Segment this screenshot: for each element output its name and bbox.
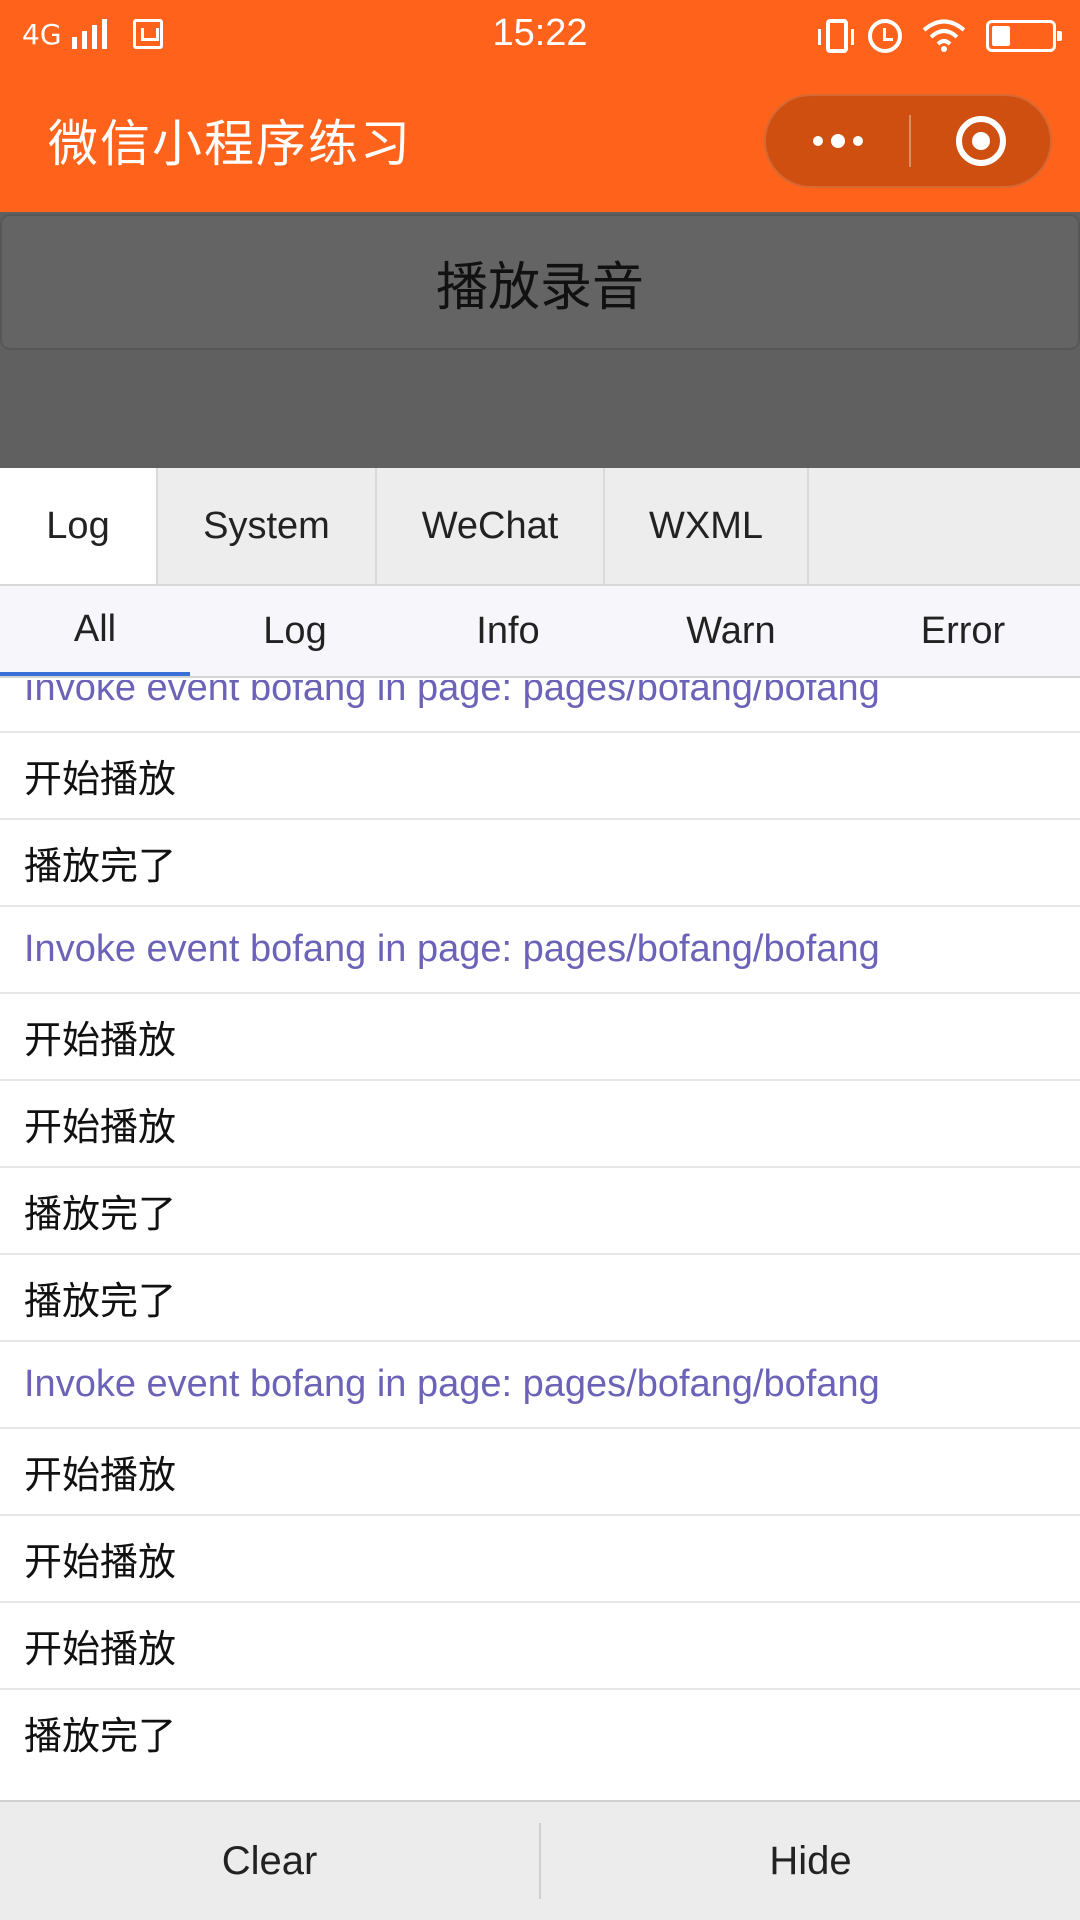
more-button[interactable] — [766, 96, 909, 186]
log-row: 播放完了 — [0, 820, 1080, 907]
status-right — [818, 16, 1062, 56]
more-icon — [812, 136, 823, 146]
console-footer: Clear Hide — [0, 1800, 1080, 1920]
clear-button[interactable]: Clear — [0, 1802, 539, 1920]
log-row: 开始播放 — [0, 1516, 1080, 1603]
filter-warn[interactable]: Warn — [616, 586, 846, 676]
log-filter-bar: All Log Info Warn Error — [0, 586, 1080, 678]
hide-button[interactable]: Hide — [541, 1802, 1080, 1920]
close-icon — [955, 116, 1006, 166]
filter-info[interactable]: Info — [400, 586, 616, 676]
filter-log[interactable]: Log — [190, 586, 400, 676]
log-list[interactable]: Invoke event bofang in page: pages/bofan… — [0, 680, 1080, 1770]
log-row: Invoke event bofang in page: pages/bofan… — [0, 1342, 1080, 1429]
tab-log[interactable]: Log — [0, 468, 158, 584]
log-row: 播放完了 — [0, 1168, 1080, 1255]
mini-program-capsule — [764, 94, 1052, 188]
page-title: 微信小程序练习 — [48, 115, 412, 173]
alarm-icon — [868, 19, 902, 53]
status-bar: 4G 15:22 — [0, 0, 1080, 70]
log-row: 开始播放 — [0, 1081, 1080, 1168]
log-row: 播放完了 — [0, 1690, 1080, 1770]
battery-icon — [986, 20, 1062, 52]
log-row: Invoke event bofang in page: pages/bofan… — [0, 680, 1080, 733]
tab-wxml[interactable]: WXML — [605, 468, 809, 584]
console-tabs: Log System WeChat WXML — [0, 468, 1080, 586]
log-row: 开始播放 — [0, 733, 1080, 820]
vibrate-icon — [818, 19, 854, 53]
play-recording-button[interactable]: 播放录音 — [0, 214, 1080, 350]
log-row: 播放完了 — [0, 1255, 1080, 1342]
log-row: 开始播放 — [0, 994, 1080, 1081]
filter-error[interactable]: Error — [846, 586, 1080, 676]
log-scroll-content: Invoke event bofang in page: pages/bofan… — [0, 680, 1080, 1770]
log-row: Invoke event bofang in page: pages/bofan… — [0, 907, 1080, 994]
close-button[interactable] — [911, 96, 1050, 186]
log-row: 开始播放 — [0, 1603, 1080, 1690]
tab-wechat[interactable]: WeChat — [377, 468, 605, 584]
wifi-icon — [922, 19, 966, 53]
debug-console: Log System WeChat WXML All Log Info Warn… — [0, 468, 1080, 1920]
tab-system[interactable]: System — [158, 468, 377, 584]
header-bar: 4G 15:22 微信小程序练习 — [0, 0, 1080, 212]
filter-all[interactable]: All — [0, 586, 190, 676]
log-row: 开始播放 — [0, 1429, 1080, 1516]
